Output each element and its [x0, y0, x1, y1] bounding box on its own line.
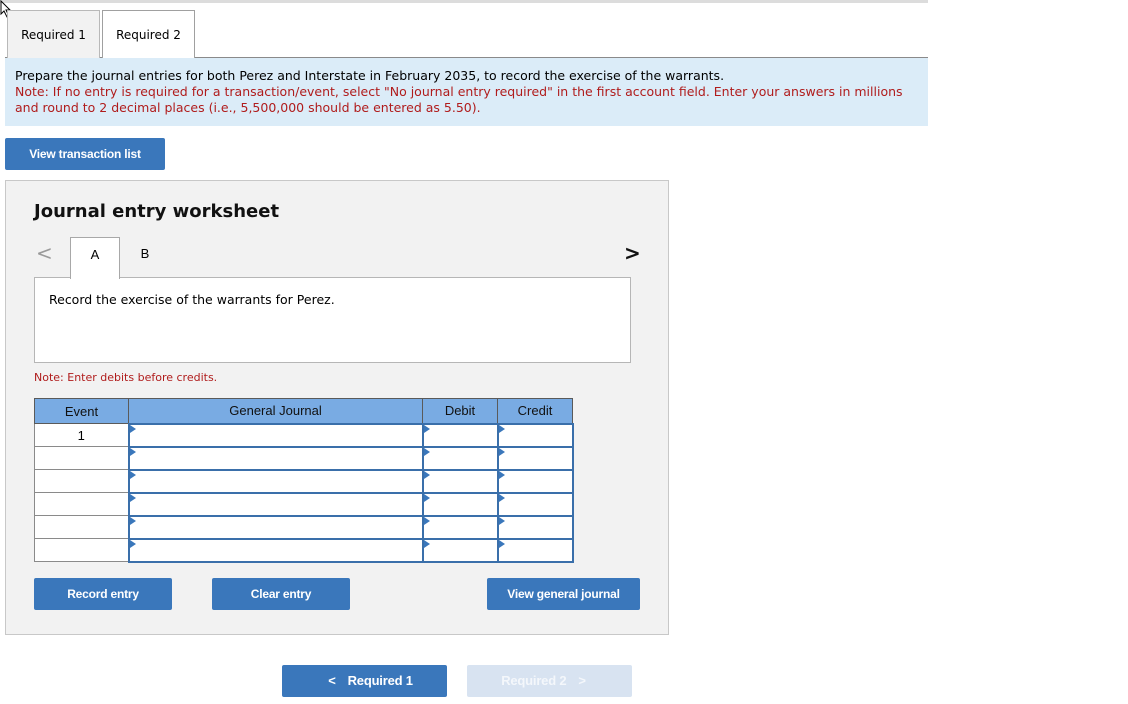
debits-note: Note: Enter debits before credits.: [34, 371, 218, 384]
credit-input[interactable]: [496, 491, 574, 517]
required-tabs: Required 1 Required 2: [5, 10, 928, 59]
debit-input[interactable]: [421, 422, 499, 448]
credit-input[interactable]: [496, 514, 574, 540]
credit-field[interactable]: [498, 470, 572, 492]
event-description: Record the exercise of the warrants for …: [34, 277, 631, 363]
credit-field[interactable]: [498, 539, 572, 561]
table-row: 1: [34, 422, 574, 448]
debit-input[interactable]: [421, 537, 499, 563]
credit-field[interactable]: [498, 447, 572, 469]
worksheet-title: Journal entry worksheet: [34, 201, 280, 222]
debit-field[interactable]: [423, 516, 497, 538]
instructions-text: Prepare the journal entries for both Per…: [15, 68, 725, 83]
account-input[interactable]: [127, 491, 424, 517]
account-input[interactable]: [127, 422, 424, 448]
record-entry-button[interactable]: Record entry: [34, 578, 172, 610]
debit-field[interactable]: [423, 470, 497, 492]
event-cell: [34, 515, 129, 539]
next-required-label: Required 2: [501, 673, 567, 688]
instructions-note: Note: If no entry is required for a tran…: [15, 84, 903, 115]
debit-field[interactable]: [423, 493, 497, 515]
chevron-left-icon[interactable]: <: [36, 241, 53, 265]
event-cell: [34, 469, 129, 493]
chevron-left-icon: <: [328, 673, 336, 688]
event-cell: 1: [34, 423, 129, 447]
clear-entry-button[interactable]: Clear entry: [212, 578, 350, 610]
journal-entry-worksheet: Journal entry worksheet < A B > Record t…: [5, 180, 669, 635]
account-input[interactable]: [127, 445, 424, 471]
table-row: [34, 514, 574, 540]
account-field[interactable]: [129, 424, 422, 446]
view-transaction-list-button[interactable]: View transaction list: [5, 138, 165, 170]
event-tab-a[interactable]: A: [70, 237, 120, 279]
event-cell: [34, 446, 129, 470]
header-general-journal: General Journal: [128, 398, 423, 424]
journal-table: Event General Journal Debit Credit 1: [34, 398, 574, 563]
credit-field[interactable]: [498, 516, 572, 538]
debit-input[interactable]: [421, 491, 499, 517]
event-tab-b[interactable]: B: [120, 237, 170, 278]
account-input[interactable]: [127, 514, 424, 540]
header-debit: Debit: [422, 398, 498, 424]
header-event: Event: [34, 398, 129, 424]
table-row: [34, 445, 574, 471]
account-field[interactable]: [129, 470, 422, 492]
journal-header-row: Event General Journal Debit Credit: [34, 398, 573, 424]
debit-input[interactable]: [421, 468, 499, 494]
credit-input[interactable]: [496, 422, 574, 448]
prev-required-button[interactable]: < Required 1: [282, 665, 447, 697]
account-input[interactable]: [127, 537, 424, 563]
debit-field[interactable]: [423, 424, 497, 446]
chevron-right-icon: >: [578, 673, 586, 688]
prev-required-label: Required 1: [347, 673, 413, 688]
header-credit: Credit: [497, 398, 573, 424]
credit-input[interactable]: [496, 468, 574, 494]
debit-field[interactable]: [423, 539, 497, 561]
account-field[interactable]: [129, 447, 422, 469]
table-row: [34, 468, 574, 494]
debit-input[interactable]: [421, 514, 499, 540]
next-required-button: Required 2 >: [467, 665, 632, 697]
table-row: [34, 537, 574, 563]
credit-input[interactable]: [496, 537, 574, 563]
account-field[interactable]: [129, 516, 422, 538]
account-field[interactable]: [129, 493, 422, 515]
debit-field[interactable]: [423, 447, 497, 469]
credit-field[interactable]: [498, 493, 572, 515]
account-field[interactable]: [129, 539, 422, 561]
table-row: [34, 491, 574, 517]
debit-input[interactable]: [421, 445, 499, 471]
credit-field[interactable]: [498, 424, 572, 446]
event-cell: [34, 538, 129, 562]
credit-input[interactable]: [496, 445, 574, 471]
account-input[interactable]: [127, 468, 424, 494]
instructions-panel: Prepare the journal entries for both Per…: [5, 58, 928, 126]
top-border: [0, 0, 928, 3]
view-general-journal-button[interactable]: View general journal: [487, 578, 640, 610]
tab-required-1[interactable]: Required 1: [7, 10, 100, 58]
event-cell: [34, 492, 129, 516]
tab-required-2[interactable]: Required 2: [102, 10, 195, 59]
chevron-right-icon[interactable]: >: [624, 241, 641, 265]
